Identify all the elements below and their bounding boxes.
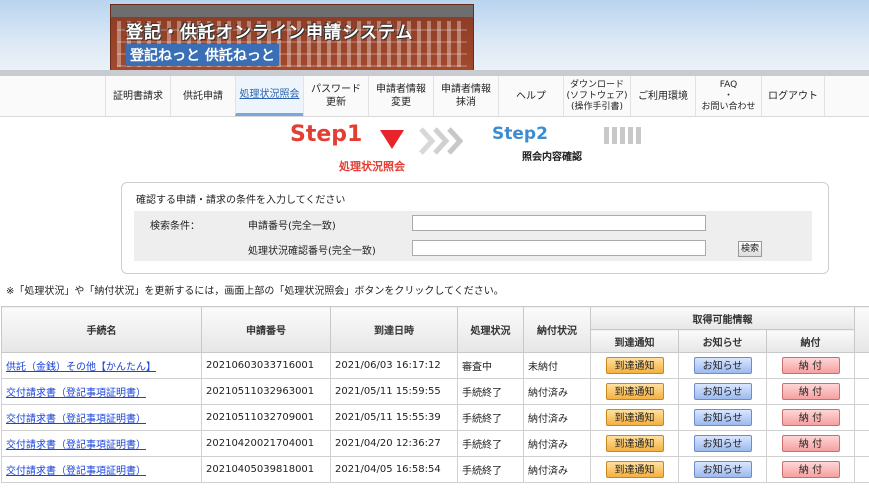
arrival-notice-button[interactable]: 到達通知	[605, 409, 664, 426]
arrival-date: 2021/06/03 16:17:12	[330, 352, 458, 379]
arrival-notice-button[interactable]: 到達通知	[605, 435, 664, 452]
payment-status: 納付済み	[523, 456, 591, 483]
results-table: 手続名 申請番号 到達日時 処理状況 納付状況 取得可能情報 到達通知 お知らせ…	[1, 306, 869, 483]
pay-button[interactable]: 納 付	[781, 357, 840, 374]
arrival-notice-button[interactable]: 到達通知	[605, 383, 664, 400]
status-confirmation-number-label: 処理状況確認番号(完全一致)	[248, 246, 376, 257]
status-confirmation-number-input[interactable]	[412, 240, 706, 256]
chevron-right-icon	[447, 127, 464, 155]
pay-button[interactable]: 納 付	[781, 435, 840, 452]
process-status: 手続終了	[457, 456, 524, 483]
nav-applicant-change[interactable]: 申請者情報 変更	[368, 76, 433, 116]
nav-deposit-application[interactable]: 供託申請	[170, 76, 235, 116]
nav-label: ダウンロード (ソフトウェア) (操作手引書)	[566, 79, 628, 112]
application-number-label: 申請番号(完全一致)	[248, 221, 336, 232]
procedure-link[interactable]: 供託（金銭）その他【かんたん】	[6, 362, 156, 373]
nav-faq[interactable]: FAQ ・ お問い合わせ	[695, 76, 761, 116]
nav-label: パスワード 更新	[311, 84, 361, 108]
arrival-date: 2021/05/11 15:55:39	[330, 404, 458, 431]
application-number: 20210420021704001	[201, 430, 331, 457]
header-available-info: 取得可能情報	[590, 306, 855, 330]
header-payment: 納付	[766, 329, 855, 353]
nav-label: 証明書請求	[113, 90, 163, 102]
table-row: 供託（金銭）その他【かんたん】 20210603033716001 2021/0…	[1, 352, 869, 379]
nav-label: 供託申請	[183, 90, 223, 102]
step2-heading: Step2	[492, 124, 548, 144]
header-process-status: 処理状況	[457, 306, 524, 353]
table-row: 交付請求書（登記事項証明書） 20210511032709001 2021/05…	[1, 404, 869, 431]
nav-password-update[interactable]: パスワード 更新	[303, 76, 368, 116]
current-step-arrow-icon	[380, 130, 404, 149]
notice-button[interactable]: お知らせ	[693, 357, 752, 374]
header-notice: お知らせ	[678, 329, 767, 353]
nav-applicant-delete[interactable]: 申請者情報 抹消	[433, 76, 498, 116]
header-arrival-date: 到達日時	[330, 306, 458, 353]
header-procedure-name: 手続名	[1, 306, 202, 353]
procedure-link[interactable]: 交付請求書（登記事項証明書）	[6, 414, 146, 425]
step1-heading: Step1	[290, 122, 363, 147]
application-number: 20210603033716001	[201, 352, 331, 379]
nav-label: 申請者情報 抹消	[441, 84, 491, 108]
arrival-date: 2021/05/11 15:59:55	[330, 378, 458, 405]
header-application-number: 申請番号	[201, 306, 331, 353]
main-nav: 証明書請求 供託申請 処理状況照会 パスワード 更新 申請者情報 変更 申請者情…	[0, 76, 869, 117]
application-number-input[interactable]	[412, 215, 706, 231]
payment-status: 納付済み	[523, 378, 591, 405]
header-arrival-notice: 到達通知	[590, 329, 679, 353]
pay-button[interactable]: 納 付	[781, 461, 840, 478]
search-button[interactable]: 検索	[738, 241, 762, 257]
step2-label: 照会内容確認	[522, 152, 582, 163]
nav-download[interactable]: ダウンロード (ソフトウェア) (操作手引書)	[563, 76, 630, 116]
nav-status-inquiry[interactable]: 処理状況照会	[235, 76, 303, 116]
nav-help[interactable]: ヘルプ	[498, 76, 563, 116]
nav-label: 申請者情報 変更	[376, 84, 426, 108]
search-panel: 確認する申請・請求の条件を入力してください 検索条件： 申請番号(完全一致) 処…	[121, 182, 829, 274]
process-status: 手続終了	[457, 430, 524, 457]
header-payment-status: 納付状況	[523, 306, 591, 353]
system-title: 登記・供託オンライン申請システム	[126, 23, 414, 43]
process-status: 手続終了	[457, 404, 524, 431]
notice-button[interactable]: お知らせ	[693, 461, 752, 478]
nav-label: ヘルプ	[516, 90, 546, 102]
procedure-link[interactable]: 交付請求書（登記事項証明書）	[6, 388, 146, 399]
nav-logout[interactable]: ログアウト	[761, 76, 825, 116]
progress-bars-icon	[604, 127, 644, 148]
application-number: 20210511032709001	[201, 404, 331, 431]
system-subtitle: 登記ねっと 供託ねっと	[126, 44, 279, 66]
payment-status: 未納付	[523, 352, 591, 379]
nav-environment[interactable]: ご利用環境	[630, 76, 695, 116]
process-status: 審査中	[457, 352, 524, 379]
nav-label: FAQ ・ お問い合わせ	[701, 79, 756, 112]
procedure-link[interactable]: 交付請求書（登記事項証明書）	[6, 440, 146, 451]
table-row: 交付請求書（登記事項証明書） 20210511032963001 2021/05…	[1, 378, 869, 405]
arrival-date: 2021/04/20 12:36:27	[330, 430, 458, 457]
arrival-notice-button[interactable]: 到達通知	[605, 461, 664, 478]
application-number: 20210511032963001	[201, 378, 331, 405]
arrival-notice-button[interactable]: 到達通知	[605, 357, 664, 374]
payment-status: 納付済み	[523, 430, 591, 457]
nav-label: 処理状況照会	[239, 89, 300, 100]
notice-button[interactable]: お知らせ	[693, 383, 752, 400]
notice-button[interactable]: お知らせ	[693, 409, 752, 426]
process-status: 手続終了	[457, 378, 524, 405]
arrival-date: 2021/04/05 16:58:54	[330, 456, 458, 483]
table-row: 交付請求書（登記事項証明書） 20210420021704001 2021/04…	[1, 430, 869, 457]
search-instruction: 確認する申請・請求の条件を入力してください	[136, 195, 346, 206]
nav-certificate-request[interactable]: 証明書請求	[105, 76, 170, 116]
pay-button[interactable]: 納 付	[781, 383, 840, 400]
application-number: 20210405039818001	[201, 456, 331, 483]
nav-label: ログアウト	[768, 90, 818, 102]
search-condition-label: 検索条件：	[150, 221, 200, 232]
table-row: 交付請求書（登記事項証明書） 20210405039818001 2021/04…	[1, 456, 869, 483]
nav-label: ご利用環境	[638, 90, 688, 102]
update-note: ※「処理状況」や「納付状況」を更新するには，画面上部の「処理状況照会」ボタンをク…	[6, 286, 504, 297]
header-banner: 登記・供託オンライン申請システム 登記ねっと 供託ねっと	[0, 0, 869, 76]
payment-status: 納付済み	[523, 404, 591, 431]
pay-button[interactable]: 納 付	[781, 409, 840, 426]
procedure-link[interactable]: 交付請求書（登記事項証明書）	[6, 466, 146, 477]
step1-label: 処理状況照会	[339, 160, 405, 173]
notice-button[interactable]: お知らせ	[693, 435, 752, 452]
